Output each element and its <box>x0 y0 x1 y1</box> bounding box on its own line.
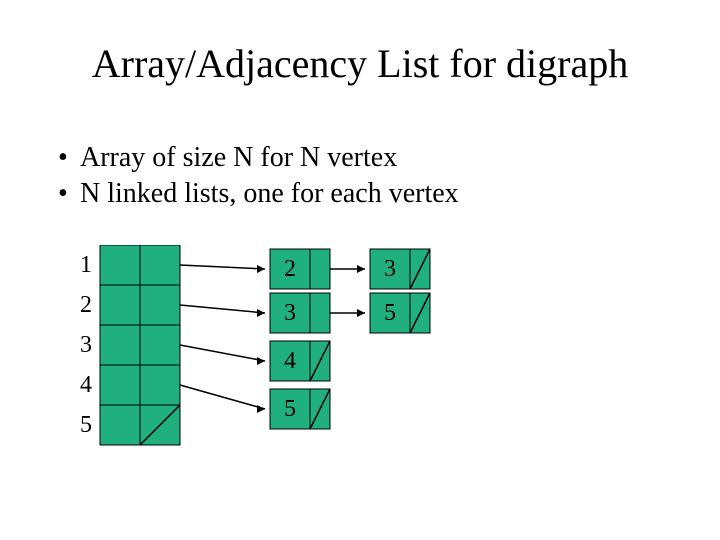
array-index: 3 <box>80 332 92 358</box>
node-value: 4 <box>284 348 296 374</box>
slide-title: Array/Adjacency List for digraph <box>0 40 720 87</box>
bullet-text: N linked lists, one for each vertex <box>80 178 459 209</box>
array-index: 5 <box>80 412 92 438</box>
list-node: 2 <box>270 249 330 289</box>
node-value: 3 <box>384 256 396 282</box>
adjacency-diagram: 1 2 3 4 5 2 3 <box>70 245 550 505</box>
node-value: 2 <box>284 256 296 282</box>
array-index: 1 <box>80 252 92 278</box>
node-value: 5 <box>384 300 396 326</box>
array-column: 1 2 3 4 5 <box>80 245 180 445</box>
list-node: 5 <box>370 293 430 333</box>
list-node: 3 <box>270 293 330 333</box>
node-value: 3 <box>284 300 296 326</box>
array-index: 4 <box>80 372 92 398</box>
list-node: 3 <box>370 249 430 289</box>
bullet-item: •Array of size N for N vertex <box>58 140 459 176</box>
array-index: 2 <box>80 292 92 318</box>
linked-lists: 2 3 3 5 <box>180 249 430 429</box>
slide: Array/Adjacency List for digraph •Array … <box>0 0 720 540</box>
bullet-list: •Array of size N for N vertex •N linked … <box>58 140 459 212</box>
bullet-item: •N linked lists, one for each vertex <box>58 176 459 212</box>
node-value: 5 <box>284 396 296 422</box>
list-node: 5 <box>270 389 330 429</box>
bullet-text: Array of size N for N vertex <box>80 142 397 173</box>
list-node: 4 <box>270 341 330 381</box>
